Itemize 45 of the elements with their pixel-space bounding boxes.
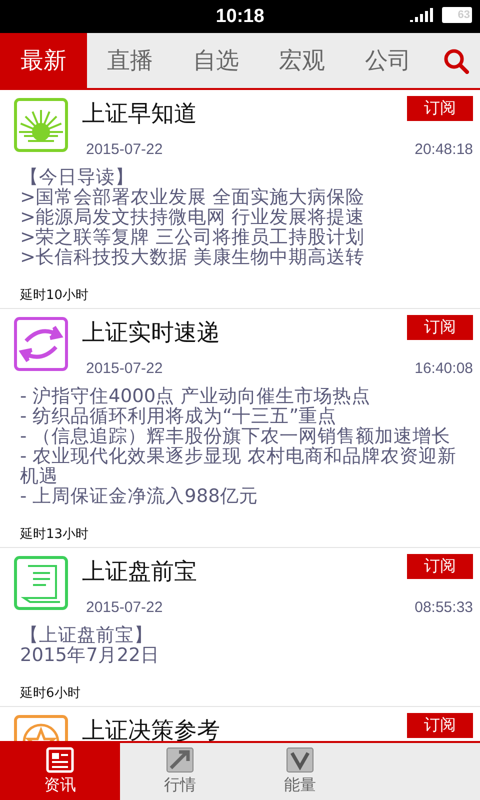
cycle-icon <box>14 317 68 371</box>
headline-text: >荣之联等复牌 三公司将推员工持股计划 <box>20 228 366 248</box>
headline-text: >能源局发文扶持微电网 行业发展将提速 <box>20 208 366 228</box>
bottom-tab[interactable]: 能量 <box>240 743 360 800</box>
bottom-tab[interactable]: 资讯 <box>0 743 120 800</box>
feed-title: 上证实时速递 <box>82 319 220 348</box>
newspaper-icon <box>46 747 74 773</box>
headline-text: >长信科技投大数据 美康生物中期高送转 <box>20 248 366 268</box>
subscribe-button[interactable]: 订阅 <box>407 315 473 340</box>
search-icon[interactable] <box>442 48 468 74</box>
headline-text: >国常会部署农业发展 全面实施大病保险 <box>20 188 366 208</box>
status-time: 10:18 <box>216 6 264 28</box>
category-tab[interactable]: 最新 <box>0 33 87 88</box>
headline-text: 【今日导读】 <box>20 168 135 188</box>
headline-text: 2015年7月22日 <box>20 646 160 666</box>
signal-icon <box>410 8 434 22</box>
category-tab[interactable]: 自选 <box>173 33 259 88</box>
feed-date: 2015-07-22 <box>86 599 163 616</box>
headline-text: - 上周保证金净流入988亿元 <box>20 487 259 507</box>
feed-time: 08:55:33 <box>414 599 473 616</box>
category-tab[interactable]: 宏观 <box>259 33 345 88</box>
feed-title: 上证盘前宝 <box>82 558 197 587</box>
sunrise-icon <box>14 98 68 152</box>
headline-text: - 沪指守住4000点 产业动向催生市场热点 <box>20 387 372 407</box>
delay-label: 延时10小时 <box>19 287 90 304</box>
feed-date: 2015-07-22 <box>86 141 163 158</box>
subscribe-button[interactable]: 订阅 <box>407 96 473 121</box>
category-tab[interactable]: 直播 <box>87 33 173 88</box>
headline-text: - 纺织品循环利用将成为“十三五”重点 <box>20 407 338 427</box>
bottom-tab[interactable]: 行情 <box>120 743 240 800</box>
headline-text: - （信息追踪）辉丰股份旗下农一网销售额加速增长 <box>20 427 451 447</box>
subscribe-button[interactable]: 订阅 <box>407 713 473 738</box>
delay-label: 延时6小时 <box>19 685 82 702</box>
feed-time: 20:48:18 <box>414 141 473 158</box>
feed-date: 2015-07-22 <box>86 360 163 377</box>
scroll-icon <box>14 556 68 610</box>
feed-title: 上证早知道 <box>82 100 197 129</box>
headline-text: - 农业现代化效果逐步显现 农村电商和品牌农资迎新机遇 <box>20 447 458 487</box>
v-mark-icon <box>286 747 314 773</box>
category-tab[interactable]: 公司 <box>345 33 431 88</box>
headline-text: 【上证盘前宝】 <box>20 626 154 646</box>
feed-time: 16:40:08 <box>414 360 473 377</box>
subscribe-button[interactable]: 订阅 <box>407 554 473 579</box>
delay-label: 延时13小时 <box>19 526 90 543</box>
arrow-chart-icon <box>166 747 194 773</box>
